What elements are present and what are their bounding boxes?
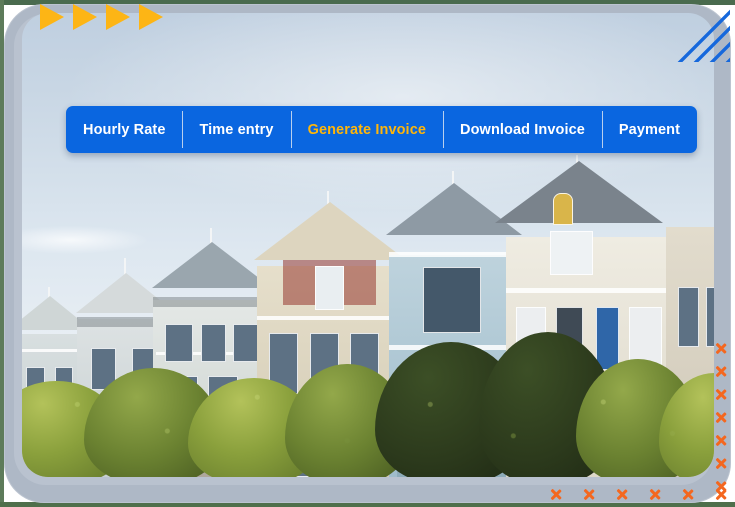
x-mark-column <box>714 342 727 493</box>
x-mark-icon <box>549 488 562 501</box>
x-mark-icon <box>582 488 595 501</box>
x-mark-icon <box>714 411 727 424</box>
x-mark-icon <box>714 365 727 378</box>
x-mark-icon <box>648 488 661 501</box>
hedge-row <box>22 332 714 477</box>
nav-item-time-entry[interactable]: Time entry <box>182 106 290 153</box>
x-mark-icon <box>714 342 727 355</box>
play-triangle-icon <box>139 4 163 30</box>
hero-photo <box>22 13 714 477</box>
main-navbar: Hourly Rate Time entry Generate Invoice Dow… <box>66 106 698 153</box>
nav-item-hourly-rate[interactable]: Hourly Rate <box>66 106 182 153</box>
play-triangle-icon <box>73 4 97 30</box>
play-triangle-icon <box>106 4 130 30</box>
triangle-decoration-group <box>40 4 163 30</box>
x-mark-icon <box>615 488 628 501</box>
x-mark-icon <box>714 488 727 501</box>
hedge-texture <box>22 356 714 477</box>
photo-scene <box>22 13 714 477</box>
striped-triangle-icon <box>664 4 730 70</box>
nav-item-download-invoice[interactable]: Download Invoice <box>443 106 602 153</box>
x-mark-icon <box>714 457 727 470</box>
x-mark-icon <box>714 388 727 401</box>
x-mark-row <box>549 488 727 501</box>
x-mark-icon <box>714 434 727 447</box>
nav-item-payment[interactable]: Payment <box>601 106 697 153</box>
screenshot-root: Hourly Rate Time entry Generate Invoice Dow… <box>0 0 735 507</box>
x-mark-icon <box>681 488 694 501</box>
play-triangle-icon <box>40 4 64 30</box>
nav-item-generate-invoice[interactable]: Generate Invoice <box>290 106 443 153</box>
